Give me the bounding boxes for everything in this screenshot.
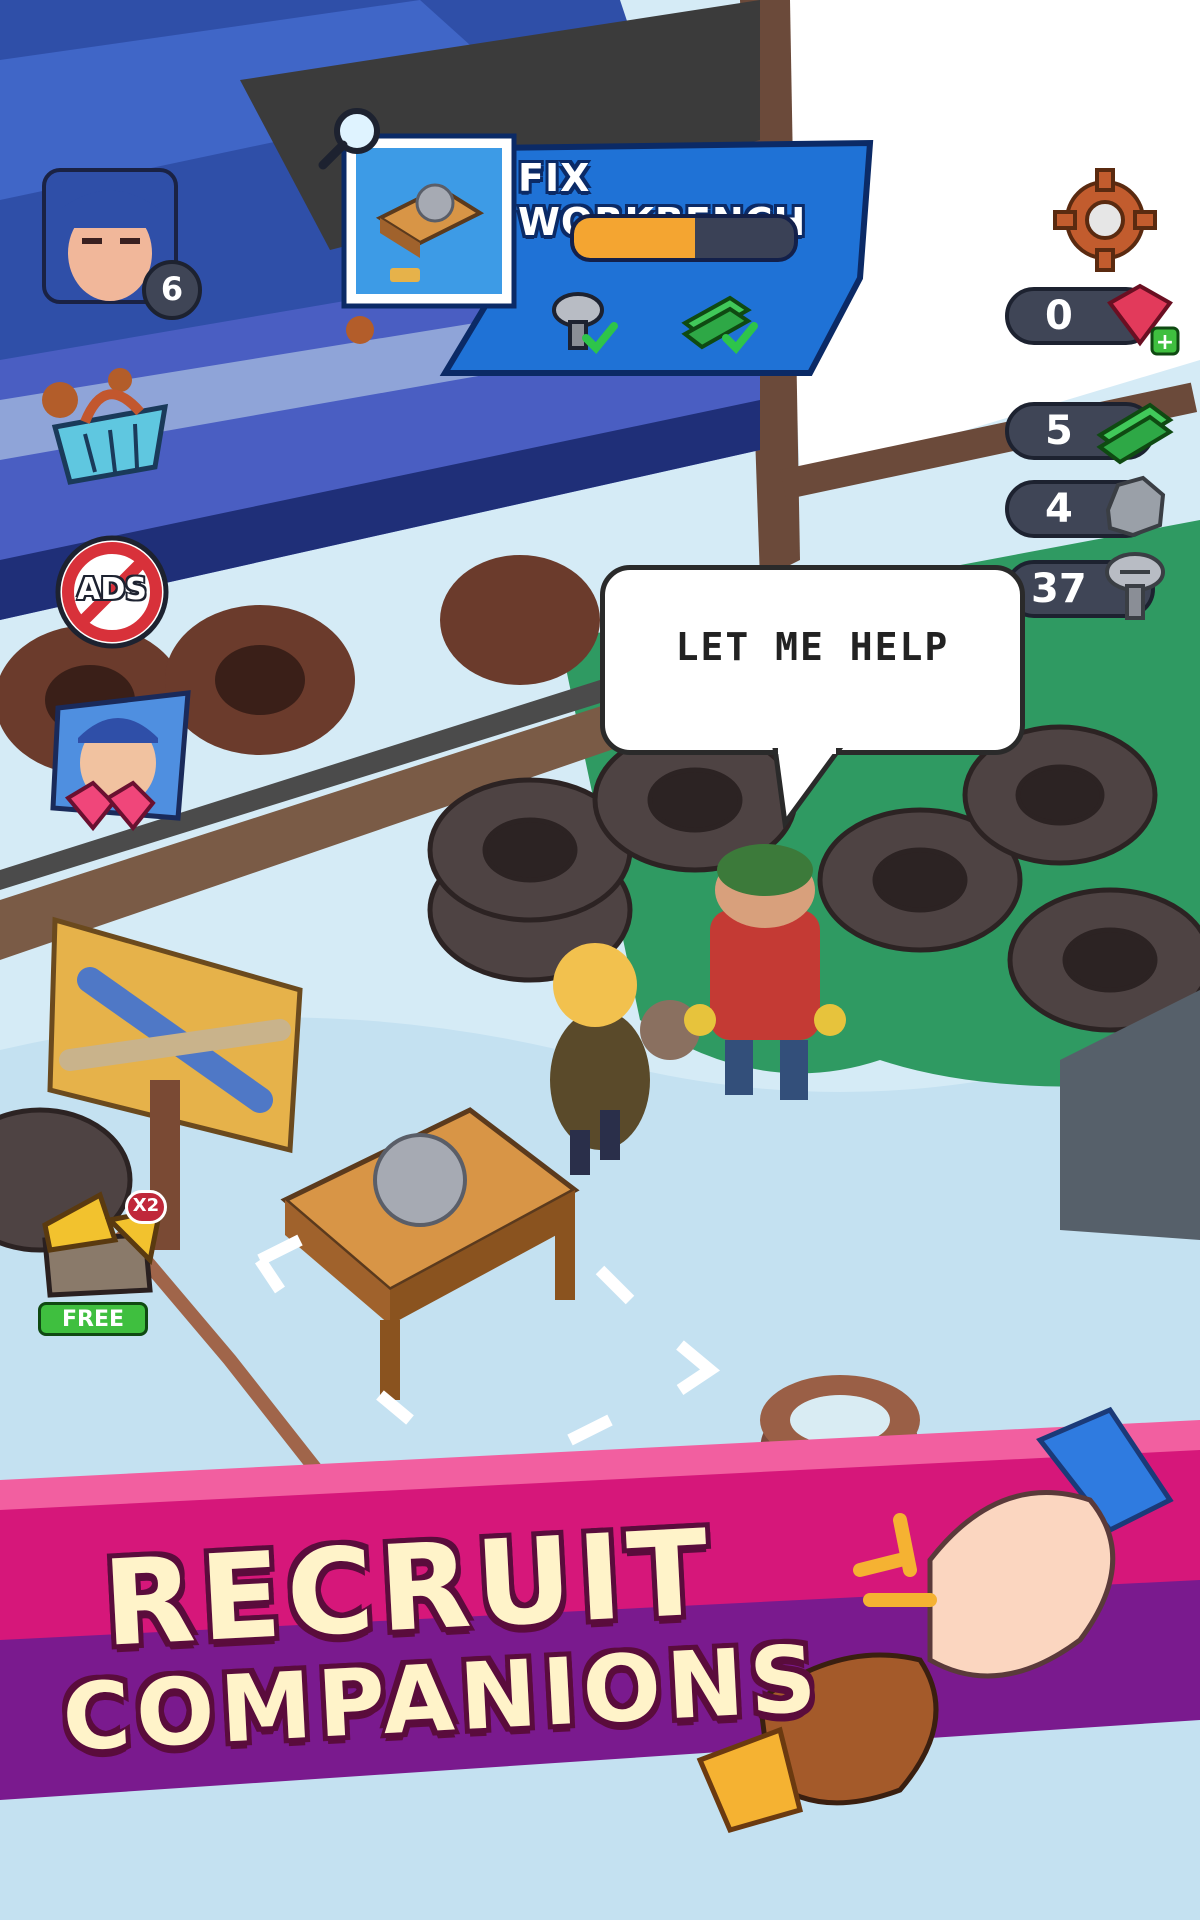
stones-value: 4 <box>1045 486 1073 532</box>
level-badge: 6 <box>142 260 202 320</box>
screw-icon <box>1105 552 1165 620</box>
free-badge: FREE <box>38 1302 148 1336</box>
green-plank-icon <box>681 295 758 354</box>
player-avatar[interactable]: 6 <box>42 168 202 320</box>
gear-icon <box>1053 168 1157 272</box>
gems-value: 0 <box>1045 293 1073 339</box>
settings-button[interactable] <box>1050 165 1160 275</box>
screws-value: 37 <box>1031 566 1087 612</box>
gem-icon: + <box>1107 283 1180 356</box>
quest-panel[interactable]: FIX WORKBENCH <box>318 108 880 378</box>
magnifier-icon <box>318 108 380 170</box>
multiplier-label: X2 <box>132 1195 160 1216</box>
quest-progress-bar <box>570 214 798 262</box>
free-label: FREE <box>61 1307 125 1332</box>
stone-icon <box>1105 475 1166 538</box>
shop-button[interactable] <box>45 372 175 492</box>
multiplier-badge: X2 <box>125 1190 167 1224</box>
basket-icon <box>51 389 169 485</box>
companion-portrait-icon <box>50 690 191 832</box>
screw-icon <box>552 292 618 354</box>
svg-text:+: + <box>1156 330 1174 355</box>
planks-value: 5 <box>1045 408 1073 454</box>
speech-bubble-tail <box>772 748 844 828</box>
speech-bubble-text: LET ME HELP <box>675 625 950 669</box>
quest-progress-fill <box>574 218 695 258</box>
speech-bubble: LET ME HELP <box>600 565 1025 755</box>
free-reward-button[interactable]: X2 FREE <box>30 1190 170 1340</box>
player-level: 6 <box>160 270 184 308</box>
companion-offer-button[interactable] <box>38 688 193 838</box>
no-ads-button[interactable]: ADS <box>52 532 172 652</box>
no-ads-label: ADS <box>77 572 147 607</box>
plank-icon <box>1096 402 1174 465</box>
